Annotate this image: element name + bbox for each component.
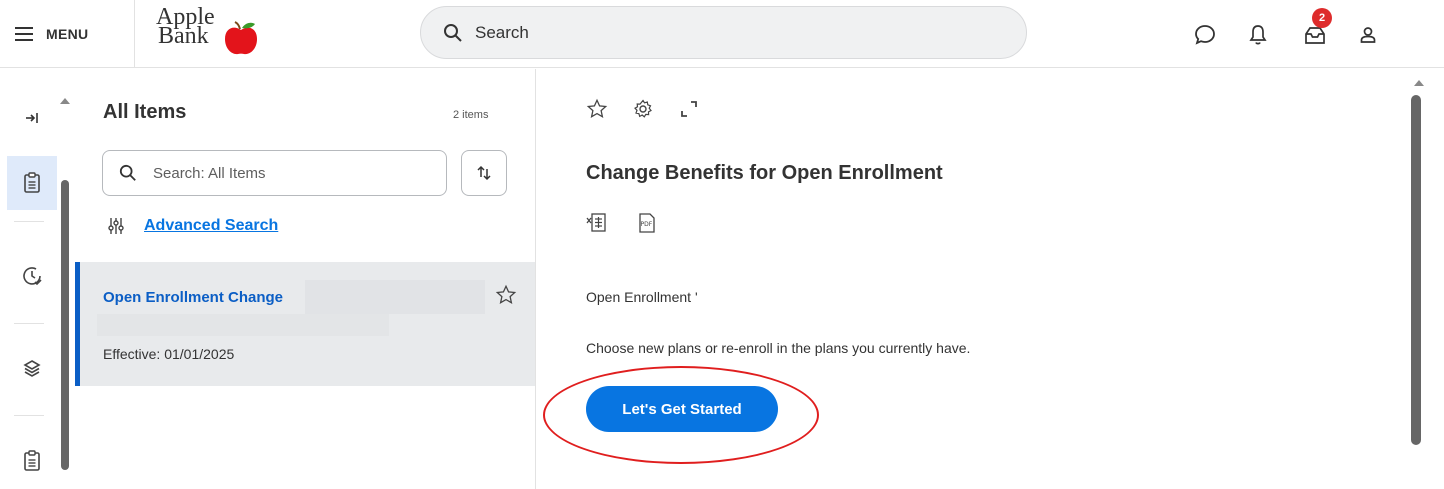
global-search-input[interactable]: Search <box>420 6 1027 59</box>
rail-scrollbar[interactable] <box>61 180 69 470</box>
sort-button[interactable] <box>461 150 507 196</box>
favorite-item-button[interactable] <box>495 284 517 311</box>
clipboard-icon <box>24 172 40 193</box>
star-icon <box>586 98 608 118</box>
chat-button[interactable] <box>1192 22 1218 48</box>
search-icon <box>444 23 462 42</box>
detail-subtitle: Open Enrollment ' <box>586 289 698 305</box>
detail-description: Choose new plans or re-enroll in the pla… <box>586 340 971 356</box>
bell-icon <box>1249 25 1267 45</box>
notifications-button[interactable] <box>1245 22 1271 48</box>
expand-rail-button[interactable] <box>7 91 57 145</box>
detail-toolbar <box>585 97 701 121</box>
list-title: All Items <box>103 101 187 123</box>
expand-icon <box>26 113 38 123</box>
rail-divider <box>14 221 44 222</box>
star-icon <box>495 284 517 304</box>
clock-icon <box>23 267 42 286</box>
advanced-search-link[interactable]: Advanced Search <box>144 217 278 235</box>
rail-divider <box>14 323 44 324</box>
detail-panel: Change Benefits for Open Enrollment PDF … <box>537 69 1444 489</box>
rail-item-history[interactable] <box>7 249 57 303</box>
selected-indicator <box>75 262 80 386</box>
menu-icon <box>15 27 33 41</box>
list-item-title: Open Enrollment Change <box>103 289 284 306</box>
profile-button[interactable] <box>1355 22 1381 48</box>
apple-bank-logo[interactable]: Apple Bank <box>152 5 272 60</box>
redacted-text <box>305 280 485 314</box>
settings-button[interactable] <box>631 97 655 121</box>
user-icon <box>1360 27 1376 43</box>
apple-logo-icon <box>225 21 257 55</box>
main-scrollbar[interactable] <box>1411 95 1421 445</box>
expand-icon <box>681 101 697 117</box>
list-search-input[interactable]: Search: All Items <box>102 150 447 196</box>
inbox-badge: 2 <box>1312 8 1332 28</box>
search-placeholder: Search <box>475 22 529 42</box>
search-icon <box>119 164 136 181</box>
export-excel-button[interactable] <box>585 211 609 235</box>
expand-view-button[interactable] <box>677 97 701 121</box>
clipboard-icon <box>24 450 40 471</box>
logo-text: Apple Bank <box>156 5 215 49</box>
export-actions: PDF <box>585 211 659 235</box>
rail-scroll-up-arrow[interactable] <box>60 98 70 104</box>
list-item-effective-date: Effective: 01/01/2025 <box>103 346 235 362</box>
svg-text:PDF: PDF <box>641 221 653 228</box>
advanced-search-row: Advanced Search <box>108 217 278 235</box>
lets-get-started-button[interactable]: Let's Get Started <box>586 386 778 432</box>
redacted-text <box>97 314 389 336</box>
layers-icon <box>23 360 41 377</box>
menu-label: MENU <box>46 26 89 42</box>
sort-icon <box>477 165 491 181</box>
export-pdf-button[interactable]: PDF <box>635 211 659 235</box>
excel-icon <box>586 213 606 232</box>
rail-item-tasks[interactable] <box>7 156 57 210</box>
list-search-placeholder: Search: All Items <box>153 164 266 182</box>
pdf-icon: PDF <box>639 213 655 233</box>
items-list-panel: All Items 2 items Search: All Items Adva… <box>75 69 536 489</box>
logo-line2: Bank <box>158 23 209 49</box>
item-count: 2 items <box>453 109 489 121</box>
menu-button[interactable]: MENU <box>14 20 88 48</box>
detail-title: Change Benefits for Open Enrollment <box>586 162 943 184</box>
rail-item-tasks-2[interactable] <box>7 434 57 488</box>
favorite-button[interactable] <box>585 97 609 121</box>
main-scroll-up-arrow[interactable] <box>1414 80 1424 86</box>
gear-icon <box>634 99 652 118</box>
list-item[interactable]: Open Enrollment Change Effective: 01/01/… <box>75 262 535 386</box>
header-divider <box>134 0 135 68</box>
rail-divider <box>14 415 44 416</box>
top-header: MENU Apple Bank Search 2 <box>0 0 1444 68</box>
chat-icon <box>1195 25 1215 45</box>
filter-sliders-icon <box>108 218 124 234</box>
rail-item-apps[interactable] <box>7 341 57 395</box>
